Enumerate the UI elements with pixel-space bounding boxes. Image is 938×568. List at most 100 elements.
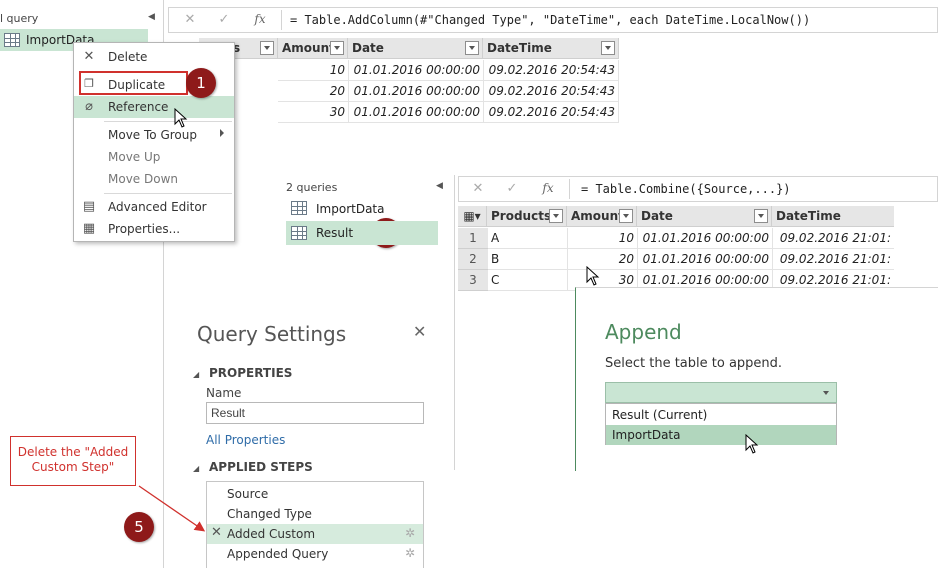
column-header-date[interactable]: Date <box>637 206 772 227</box>
table-select-dropdown[interactable] <box>605 382 837 403</box>
mouse-cursor-icon <box>745 434 759 454</box>
annotation-callout: Delete the "Added Custom Step" <box>10 436 136 486</box>
name-label: Name <box>206 386 242 400</box>
menu-item-move-down[interactable]: Move Down <box>74 168 234 190</box>
applied-steps-section[interactable]: ◢ APPLIED STEPS <box>193 460 313 474</box>
cell-product[interactable]: A <box>488 228 568 249</box>
formula-bar-result: ✕ ✓ fx = Table.Combine({Source,...}) <box>458 176 938 202</box>
row-number[interactable]: 3 <box>458 270 488 291</box>
option-result-current[interactable]: Result (Current) <box>606 405 836 425</box>
cell-amount[interactable]: 10 <box>568 228 638 249</box>
cell-date[interactable]: 01.01.2016 00:00:00 <box>638 249 773 270</box>
confirm-formula-icon[interactable]: ✓ <box>503 181 521 196</box>
chevron-down-icon <box>823 391 829 395</box>
query-name-input[interactable] <box>206 402 424 424</box>
cell-date[interactable]: 01.01.2016 00:00:00 <box>349 60 484 81</box>
cell-datetime[interactable]: 09.02.2016 20:54:43 <box>484 102 619 123</box>
cell-amount[interactable]: 20 <box>568 249 638 270</box>
column-header-amount[interactable]: Amount <box>278 38 348 59</box>
option-importdata[interactable]: ImportData <box>606 425 836 445</box>
cell-date[interactable]: 01.01.2016 00:00:00 <box>638 228 773 249</box>
top-grid-header: ducts Amount Date DateTime <box>199 38 619 59</box>
query-item-result[interactable]: Result <box>286 221 438 245</box>
cell-amount[interactable]: 30 <box>278 102 349 123</box>
advanced-editor-icon: ▤ <box>82 199 96 214</box>
step-added-custom[interactable]: ✕ Added Custom ✲ <box>207 524 423 544</box>
menu-item-reference[interactable]: ⌀ Reference <box>74 96 234 118</box>
submenu-arrow-icon <box>220 129 224 137</box>
append-title: Append <box>605 320 682 344</box>
collapse-pane-icon[interactable]: ◀ <box>148 12 155 22</box>
filter-dropdown-icon[interactable] <box>549 209 563 223</box>
filter-dropdown-icon[interactable] <box>260 41 274 55</box>
column-header-datetime[interactable]: DateTime <box>483 38 619 59</box>
collapse-pane-icon[interactable]: ◀ <box>436 181 443 191</box>
formula-text[interactable]: = Table.Combine({Source,...}) <box>581 182 791 196</box>
gear-icon[interactable]: ✲ <box>405 526 415 540</box>
menu-item-delete[interactable]: ✕ Delete <box>74 46 234 68</box>
properties-section[interactable]: ◢ PROPERTIES <box>193 366 292 380</box>
mouse-cursor-icon <box>586 266 600 286</box>
query-settings-title: Query Settings <box>197 322 347 346</box>
table-menu-icon[interactable]: ▦▾ <box>458 206 487 227</box>
row-number[interactable]: 2 <box>458 249 488 270</box>
table-icon <box>291 201 307 215</box>
close-icon[interactable]: ✕ <box>413 322 426 341</box>
filter-dropdown-icon[interactable] <box>754 209 768 223</box>
collapse-triangle-icon: ◢ <box>193 464 200 473</box>
paperclip-icon: ⌀ <box>85 99 93 114</box>
cell-datetime[interactable]: 09.02.2016 21:01: <box>773 249 894 270</box>
column-header-date[interactable]: Date <box>348 38 483 59</box>
fx-icon[interactable]: fx <box>251 12 269 26</box>
table-icon <box>4 33 20 47</box>
filter-dropdown-icon[interactable] <box>619 209 633 223</box>
menu-item-advanced-editor[interactable]: ▤ Advanced Editor <box>74 196 234 218</box>
confirm-formula-icon[interactable]: ✓ <box>215 12 233 27</box>
append-description: Select the table to append. <box>605 356 783 371</box>
column-header-products[interactable]: Products <box>487 206 567 227</box>
formula-text[interactable]: = Table.AddColumn(#"Changed Type", "Date… <box>290 13 810 27</box>
cell-amount[interactable]: 10 <box>278 60 349 81</box>
cell-datetime[interactable]: 09.02.2016 20:54:43 <box>484 60 619 81</box>
step-badge-1: 1 <box>186 68 216 98</box>
queries-count: 2 queries <box>286 181 338 194</box>
applied-steps-list: Source Changed Type ✕ Added Custom ✲ App… <box>206 481 424 568</box>
column-header-datetime[interactable]: DateTime <box>772 206 894 227</box>
table-icon <box>291 226 307 240</box>
cancel-formula-icon[interactable]: ✕ <box>469 181 487 196</box>
mouse-cursor-icon <box>174 108 188 128</box>
properties-icon: ▦ <box>82 221 96 236</box>
cell-amount[interactable]: 20 <box>278 81 349 102</box>
step-source[interactable]: Source <box>207 484 423 504</box>
menu-item-move-to-group[interactable]: Move To Group <box>74 124 234 146</box>
step-changed-type[interactable]: Changed Type <box>207 504 423 524</box>
cell-product[interactable]: B <box>488 249 568 270</box>
highlight-box <box>79 71 188 95</box>
step-appended-query[interactable]: Appended Query ✲ <box>207 544 423 564</box>
queries-header: l query <box>0 12 39 25</box>
menu-item-properties[interactable]: ▦ Properties... <box>74 218 234 240</box>
filter-dropdown-icon[interactable] <box>465 41 479 55</box>
cell-datetime[interactable]: 09.02.2016 20:54:43 <box>484 81 619 102</box>
formula-bar: ✕ ✓ fx = Table.AddColumn(#"Changed Type"… <box>168 7 938 33</box>
cell-date[interactable]: 01.01.2016 00:00:00 <box>349 102 484 123</box>
row-number[interactable]: 1 <box>458 228 488 249</box>
menu-item-move-up[interactable]: Move Up <box>74 146 234 168</box>
gear-icon[interactable]: ✲ <box>405 546 415 560</box>
result-grid-header: ▦▾ Products Amount Date DateTime <box>458 206 894 227</box>
filter-dropdown-icon[interactable] <box>330 41 344 55</box>
cell-date[interactable]: 01.01.2016 00:00:00 <box>349 81 484 102</box>
cell-product[interactable]: C <box>488 270 568 291</box>
all-properties-link[interactable]: All Properties <box>206 433 285 447</box>
annotation-arrow-icon <box>138 485 206 532</box>
pane-divider <box>454 175 455 470</box>
close-icon: ✕ <box>83 49 95 64</box>
fx-icon[interactable]: fx <box>539 181 557 195</box>
column-header-amount[interactable]: Amount <box>567 206 637 227</box>
filter-dropdown-icon[interactable] <box>601 41 615 55</box>
cell-datetime[interactable]: 09.02.2016 21:01: <box>773 228 894 249</box>
cancel-formula-icon[interactable]: ✕ <box>181 12 199 27</box>
table-select-options: Result (Current) ImportData <box>605 403 837 445</box>
query-item-importdata[interactable]: ImportData <box>286 197 438 221</box>
collapse-triangle-icon: ◢ <box>193 370 200 379</box>
